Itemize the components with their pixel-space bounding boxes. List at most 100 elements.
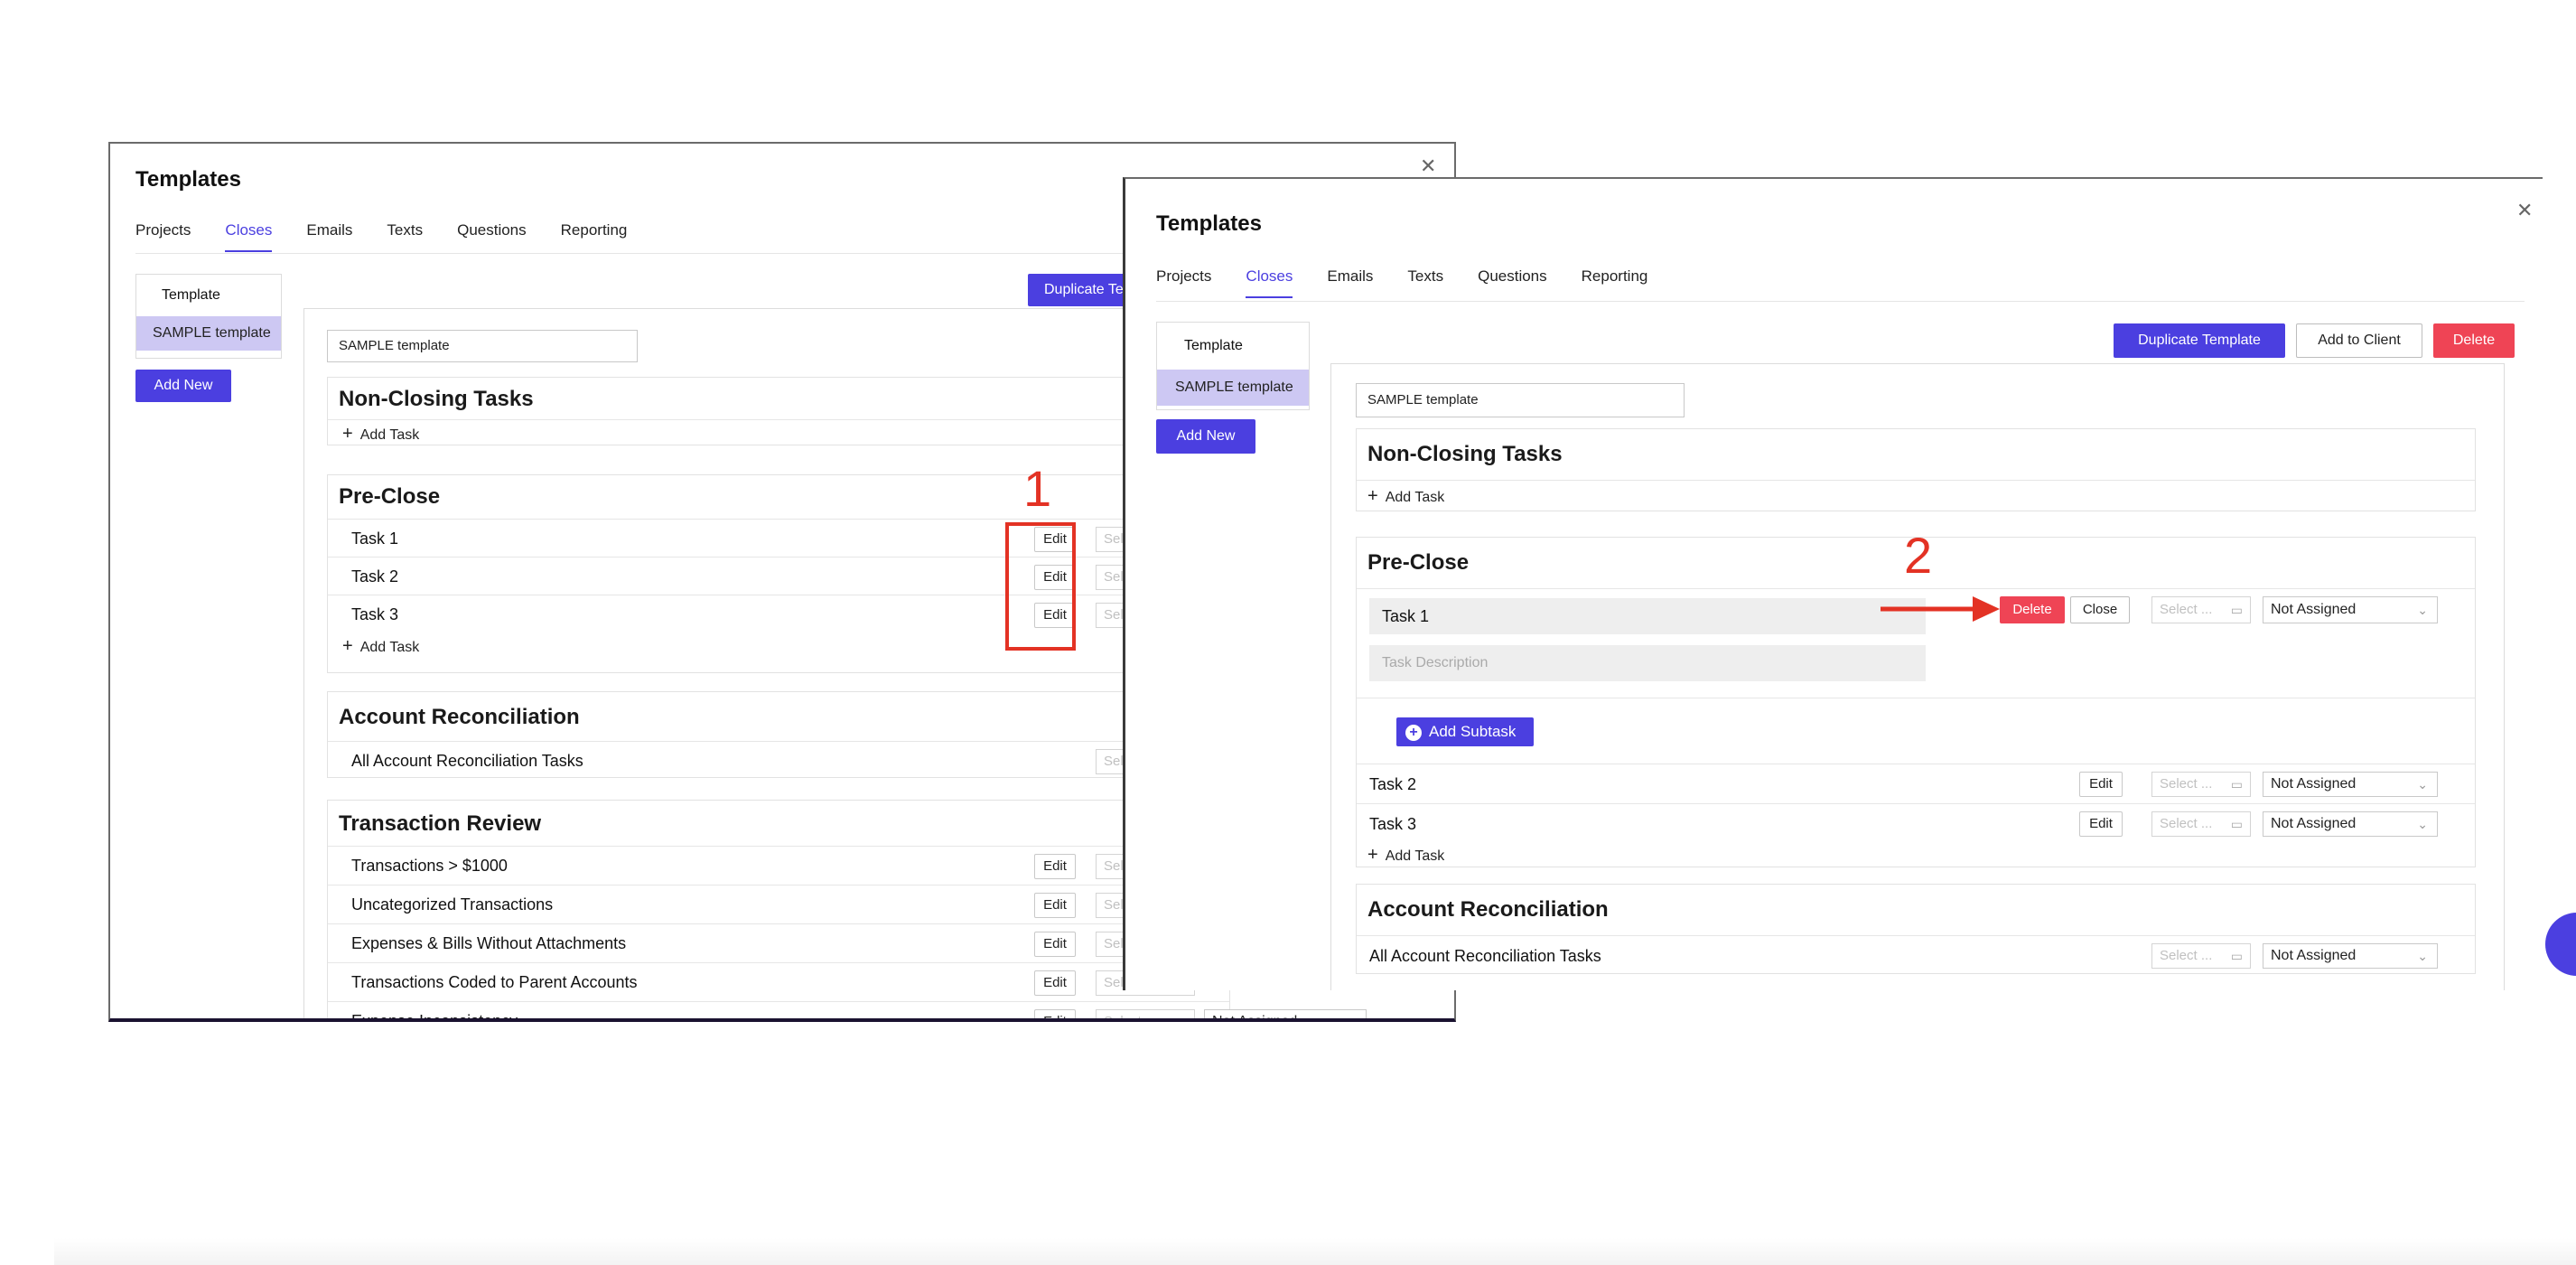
add-task-label: Add Task [1385,848,1445,864]
assignee-select[interactable]: Not Assigned [1204,1009,1367,1018]
plus-circle-icon: + [1405,725,1422,741]
chevron-down-icon: ⌄ [2417,603,2428,617]
tab-texts[interactable]: Texts [387,221,423,252]
add-task-button[interactable]: + Add Task [342,636,419,657]
modal-title: Templates [1156,211,1262,236]
date-select[interactable]: Select ... ▭ [2151,811,2251,837]
tab-texts[interactable]: Texts [1407,267,1443,298]
date-select[interactable]: Select [1096,1009,1195,1018]
add-to-client-button[interactable]: Add to Client [2296,323,2422,358]
tab-emails[interactable]: Emails [1327,267,1373,298]
tab-bar: Projects Closes Emails Texts Questions R… [1156,267,1647,298]
template-item-sample[interactable]: SAMPLE template [136,316,281,351]
task-name: Task 2 [351,567,399,586]
tab-questions[interactable]: Questions [1478,267,1547,298]
tabs-divider [1156,301,2525,302]
template-list: Template SAMPLE template [1156,322,1310,410]
task-name: Expenses & Bills Without Attachments [351,934,627,952]
tab-projects[interactable]: Projects [135,221,191,252]
non-closing-section: Non-Closing Tasks + Add Task [327,377,1194,445]
edit-button[interactable]: Edit [2079,772,2123,797]
assignee-select[interactable]: Not Assigned ⌄ [2263,596,2438,623]
template-list: Template SAMPLE template [135,274,282,359]
table-row: All Account Reconciliation Tasks Select … [1357,935,2475,975]
section-title: Pre-Close [339,484,441,509]
date-select[interactable]: Select ... ▭ [2151,772,2251,797]
assignee-value: Not Assigned [2271,816,2357,831]
template-name-input[interactable]: SAMPLE template [1356,383,1685,417]
assignee-select[interactable]: Not Assigned ⌄ [2263,772,2438,797]
annotation-arrow-icon [1881,596,2000,622]
date-select-placeholder: Select ... [2160,948,2213,963]
template-list-heading: Template [1184,338,1243,353]
chevron-down-icon: ⌄ [2417,949,2428,963]
chevron-down-icon: ⌄ [2417,817,2428,831]
assignee-select[interactable]: Not Assigned ⌄ [2263,943,2438,969]
close-icon[interactable]: ✕ [1420,155,1436,178]
add-task-button[interactable]: + Add Task [1367,845,1444,866]
annotation-step-2: 2 [1904,527,1933,584]
bottom-shadow [54,1238,2576,1265]
template-item-sample[interactable]: SAMPLE template [1157,370,1309,406]
task-name-input[interactable]: Task 1 [1369,598,1926,634]
table-row: Uncategorized Transactions Edit Select [328,885,1229,923]
chevron-down-icon: ⌄ [2417,777,2428,792]
date-select-placeholder: Select ... [2160,602,2213,617]
template-list-heading: Template [162,287,220,303]
date-select[interactable]: Select ... ▭ [2151,596,2251,623]
table-row: Task 2 Edit Select ... ▭ Not Assigned ⌄ [1357,764,2475,803]
plus-icon: + [1367,486,1378,506]
tab-projects[interactable]: Projects [1156,267,1211,298]
assignee-value: Not Assigned [2271,948,2357,963]
duplicate-template-button[interactable]: Duplicate Template [2114,323,2285,358]
tab-reporting[interactable]: Reporting [561,221,628,252]
section-title: Pre-Close [1367,550,1470,575]
task-name: Transactions Coded to Parent Accounts [351,973,638,991]
tab-closes[interactable]: Closes [225,221,272,252]
add-new-button[interactable]: Add New [135,370,231,402]
duplicate-template-button[interactable]: Duplicate Te [1028,274,1136,306]
task-name: Expense Inconsistency [351,1012,518,1022]
calendar-icon: ▭ [2230,603,2243,617]
edit-button[interactable]: Edit [1034,854,1076,879]
annotation-highlight-box [1005,522,1076,651]
modal-title: Templates [135,167,241,192]
plus-icon: + [1367,845,1378,865]
account-reconciliation-section: Account Reconciliation All Account Recon… [327,691,1195,779]
section-title: Account Reconciliation [339,705,580,729]
tab-questions[interactable]: Questions [457,221,527,252]
annotation-step-1: 1 [1023,460,1052,517]
add-task-button[interactable]: + Add Task [342,424,419,445]
tab-reporting[interactable]: Reporting [1582,267,1648,298]
tab-emails[interactable]: Emails [306,221,352,252]
close-task-button[interactable]: Close [2070,596,2130,623]
add-new-button[interactable]: Add New [1156,419,1255,454]
add-task-label: Add Task [1385,490,1445,505]
task-description-input[interactable]: Task Description [1369,645,1926,681]
edit-button[interactable]: Edit [1034,893,1076,918]
close-icon[interactable]: ✕ [2516,199,2533,222]
delete-task-button[interactable]: Delete [2000,596,2065,623]
transaction-review-section: Transaction Review Transactions > $1000 … [327,800,1367,1022]
add-subtask-button[interactable]: + Add Subtask [1396,717,1534,746]
chat-launcher-icon[interactable] [2545,913,2576,976]
add-subtask-label: Add Subtask [1429,723,1517,740]
table-row: Task 3 Edit Select ... ▭ Not Assigned ⌄ [1357,803,2475,843]
date-select-placeholder: Select ... [2160,816,2213,831]
task-name: Task 2 [1369,775,1417,793]
assignee-select[interactable]: Not Assigned ⌄ [2263,811,2438,837]
task-name: Transactions > $1000 [351,857,508,875]
delete-template-button[interactable]: Delete [2433,323,2515,358]
tab-closes[interactable]: Closes [1246,267,1293,298]
add-task-button[interactable]: + Add Task [1367,486,1444,507]
pre-close-section: Pre-Close Task 1 Task Description Delete… [1356,537,2476,867]
template-name-input[interactable]: SAMPLE template [327,330,638,362]
edit-button[interactable]: Edit [1034,1009,1076,1018]
edit-button[interactable]: Edit [1034,932,1076,957]
edit-button[interactable]: Edit [2079,811,2123,837]
assignee-value: Not Assigned [2271,776,2357,792]
date-select[interactable]: Select ... ▭ [2151,943,2251,969]
table-row: All Account Reconciliation Tasks Select [328,741,1195,779]
screenshot-stage: Templates ✕ Projects Closes Emails Texts… [0,0,2576,1265]
edit-button[interactable]: Edit [1034,970,1076,996]
